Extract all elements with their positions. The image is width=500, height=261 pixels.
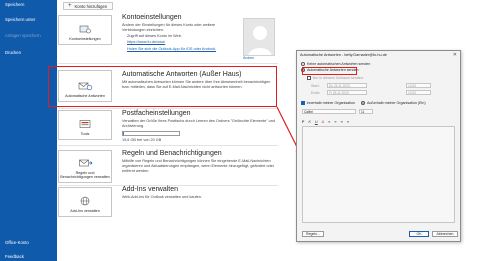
send-auto-replies-highlight xyxy=(302,67,357,75)
italic-button[interactable]: K xyxy=(308,120,311,124)
tab-outside-label: Außerhalb meiner Organisation (Ein) xyxy=(367,101,426,105)
end-date-field[interactable]: Fr 25.11.2023 xyxy=(327,90,367,95)
font-size-select[interactable]: 11 xyxy=(359,109,373,114)
checkbox-icon xyxy=(307,76,311,80)
reply-message-textarea[interactable] xyxy=(302,126,455,223)
start-label: Start: xyxy=(311,84,320,88)
no-auto-replies-radio[interactable]: Keine automatischen Antworten senden xyxy=(301,62,370,66)
tab-inside-org[interactable]: Innerhalb meiner Organisation xyxy=(301,101,355,105)
start-date-field[interactable]: Do 24.11.2023 xyxy=(327,83,367,88)
start-time-field[interactable]: 13:00 xyxy=(406,83,431,88)
outside-org-icon xyxy=(361,101,365,105)
end-label: Ende: xyxy=(311,91,321,95)
bullet-list-button[interactable]: ≡ xyxy=(328,120,330,124)
cancel-button[interactable]: Abbrechen xyxy=(432,231,458,237)
no-auto-replies-label: Keine automatischen Antworten senden xyxy=(307,62,371,66)
font-color-button[interactable]: A xyxy=(322,120,325,124)
close-icon[interactable]: ✕ xyxy=(453,52,457,58)
underline-button[interactable]: U xyxy=(315,120,318,124)
numbered-list-button[interactable]: ≡ xyxy=(334,120,336,124)
rules-button[interactable]: Regeln... xyxy=(302,231,324,237)
tab-outside-org[interactable]: Außerhalb meiner Organisation (Ein) xyxy=(361,101,426,105)
tab-inside-label: Innerhalb meiner Organisation xyxy=(306,101,355,105)
ok-button[interactable]: OK xyxy=(409,231,429,237)
decrease-indent-button[interactable]: ≡ xyxy=(341,120,343,124)
inside-org-icon xyxy=(301,101,305,105)
dialog-title: Automatische Antworten - betty.Darnader@… xyxy=(300,53,387,57)
increase-indent-button[interactable]: ≡ xyxy=(347,120,349,124)
time-range-checkbox[interactable]: Nur in diesem Zeitraum senden: xyxy=(307,76,364,80)
bold-button[interactable]: F xyxy=(302,120,304,124)
time-range-label: Nur in diesem Zeitraum senden: xyxy=(312,76,364,80)
end-time-field[interactable]: 13:00 xyxy=(406,90,431,95)
radio-icon xyxy=(301,62,305,66)
font-name-select[interactable]: Calibri xyxy=(302,109,356,114)
formatting-toolbar: F K U A ≡ ≡ ≡ ≡ xyxy=(302,119,455,125)
